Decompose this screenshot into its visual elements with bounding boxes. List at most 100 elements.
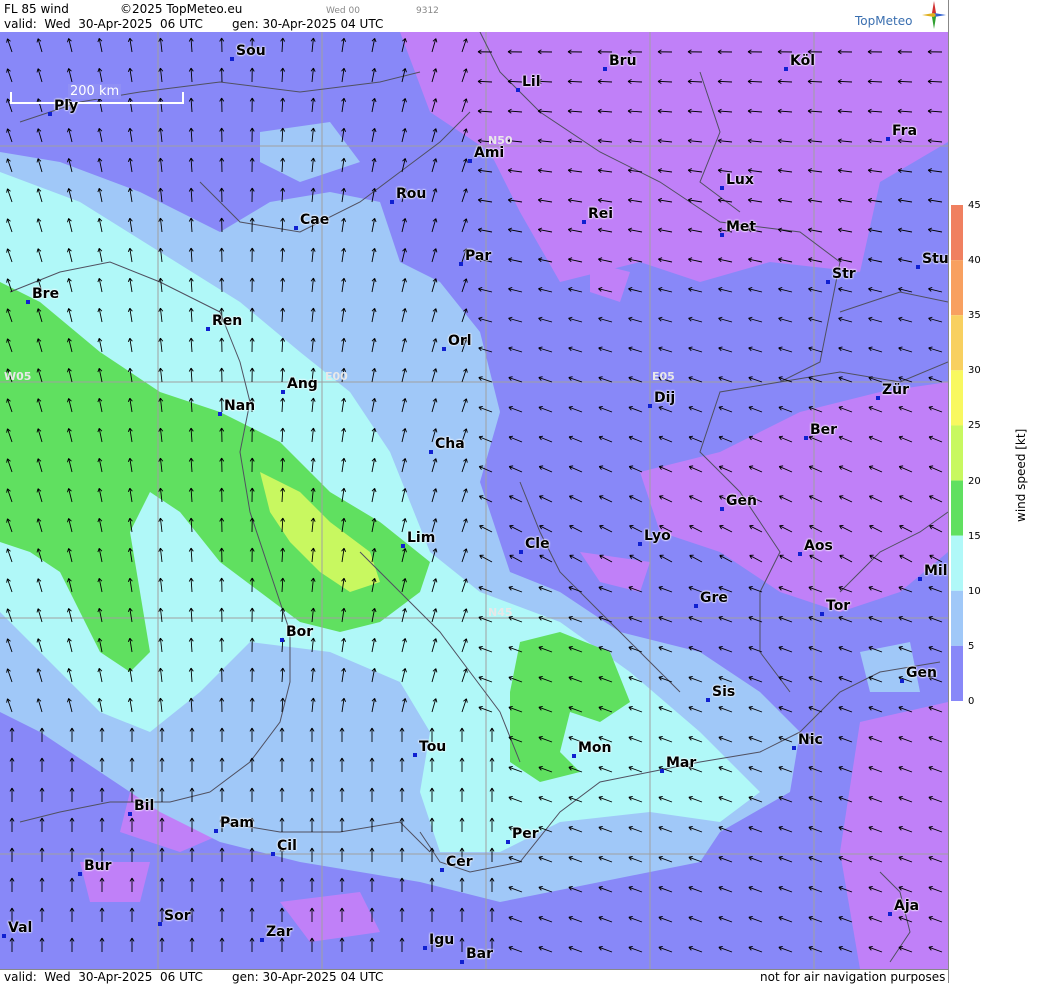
city-label: Sor	[164, 908, 191, 924]
city-label: Zar	[266, 924, 293, 940]
legend-tick-label: 25	[968, 420, 981, 432]
city-marker	[900, 679, 904, 683]
city-marker	[638, 542, 642, 546]
legend-tick-label: 40	[968, 255, 981, 267]
legend-tick-label: 15	[968, 530, 981, 542]
city-marker	[886, 137, 890, 141]
city-label: Bur	[84, 858, 112, 874]
city-label: Tor	[826, 598, 851, 614]
city-label: Tou	[419, 739, 447, 755]
city-marker	[214, 829, 218, 833]
grid-label-w05: W05	[4, 370, 32, 383]
city-marker	[876, 396, 880, 400]
grid-label-n45: N45	[488, 606, 513, 619]
city-marker	[792, 746, 796, 750]
city-marker	[281, 390, 285, 394]
city-marker	[230, 57, 234, 61]
city-label: Dij	[654, 390, 676, 406]
city-label: Bru	[609, 53, 637, 69]
city-label: Mil	[924, 563, 948, 579]
city-label: Fra	[892, 123, 918, 139]
disclaimer-text: not for air navigation purposes	[760, 970, 946, 984]
legend-swatch	[951, 590, 963, 646]
city-label: Ami	[474, 145, 505, 161]
city-label: Pam	[220, 815, 254, 831]
city-marker	[804, 436, 808, 440]
city-label: Bor	[286, 624, 314, 640]
topmeteo-logo-text: TopMeteo	[855, 14, 913, 28]
city-marker	[401, 544, 405, 548]
city-marker	[48, 112, 52, 116]
legend-tick-label: 20	[968, 475, 981, 487]
legend-swatch	[951, 260, 963, 316]
city-marker	[218, 412, 222, 416]
city-label: Bil	[134, 798, 155, 814]
city-label: Sis	[712, 684, 736, 700]
wind-field	[0, 32, 948, 969]
city-marker	[916, 265, 920, 269]
city-label: Val	[8, 920, 33, 936]
city-label: Ply	[54, 98, 79, 114]
legend-swatch	[951, 535, 963, 591]
city-marker	[260, 938, 264, 942]
city-marker	[660, 769, 664, 773]
city-marker	[294, 226, 298, 230]
city-label: Cle	[525, 536, 550, 552]
city-label: Aos	[804, 538, 833, 554]
city-marker	[720, 507, 724, 511]
city-marker	[572, 754, 576, 758]
city-label: Rei	[588, 206, 614, 222]
city-label: Cil	[277, 838, 297, 854]
city-label: Aja	[894, 898, 920, 914]
city-marker	[648, 404, 652, 408]
city-label: Nan	[224, 398, 256, 414]
city-marker	[798, 552, 802, 556]
legend-tick-label: 5	[968, 640, 975, 652]
city-label: Ren	[212, 313, 243, 329]
city-label: Lyo	[644, 528, 671, 544]
city-label: Sou	[236, 43, 266, 59]
city-marker	[506, 840, 510, 844]
city-label: Bre	[32, 286, 60, 302]
city-label: Lux	[726, 172, 754, 188]
city-marker	[459, 262, 463, 266]
compass-logo-icon	[922, 1, 946, 29]
city-marker	[78, 872, 82, 876]
city-marker	[720, 233, 724, 237]
city-marker	[784, 67, 788, 71]
city-marker	[128, 812, 132, 816]
city-marker	[720, 186, 724, 190]
city-label: Zür	[882, 382, 910, 398]
city-marker	[706, 698, 710, 702]
city-marker	[390, 200, 394, 204]
legend-tick-label: 10	[968, 585, 981, 597]
city-label: Per	[512, 826, 539, 842]
city-marker	[918, 577, 922, 581]
legend-swatch	[951, 370, 963, 426]
chart-title: FL 85 wind	[4, 2, 69, 16]
legend-tick-label: 45	[968, 200, 981, 211]
city-label: Cae	[300, 212, 330, 228]
city-label: Lim	[407, 530, 436, 546]
grid-label-e05: E05	[652, 370, 675, 383]
legend-swatch	[951, 315, 963, 371]
city-label: Orl	[448, 333, 472, 349]
wind-map: 200 km N50 W05 E00 E05 N45 Sou Bru Köl Lil P…	[0, 32, 948, 969]
legend-title: wind speed [kt]	[1014, 428, 1028, 522]
city-marker	[206, 327, 210, 331]
city-marker	[468, 159, 472, 163]
city-label: Igu	[429, 932, 455, 948]
city-marker	[423, 946, 427, 950]
legend-swatch	[951, 425, 963, 481]
city-marker	[158, 922, 162, 926]
header-bar: FL 85 wind ©2025 TopMeteo.eu Wed 00 9312…	[0, 0, 948, 32]
legend-tick-label: 35	[968, 310, 981, 322]
city-label: Gen	[726, 493, 757, 509]
city-marker	[271, 852, 275, 856]
legend-swatch	[951, 205, 963, 261]
city-label: Cer	[446, 854, 473, 870]
city-label: Ang	[287, 376, 318, 392]
city-marker	[820, 612, 824, 616]
city-marker	[429, 450, 433, 454]
city-marker	[582, 220, 586, 224]
